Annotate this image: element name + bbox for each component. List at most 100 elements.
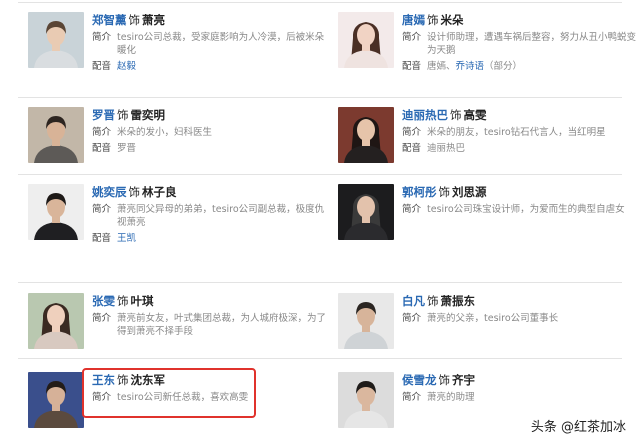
role-name: 林子良 — [142, 185, 177, 199]
intro-row: 简介 设计师助理，遭遇车祸后整容，努力从丑小鸭蜕变为天鹅 — [402, 31, 638, 57]
cast-title: 张雯饰叶琪 — [92, 293, 328, 309]
row-divider — [18, 97, 622, 98]
intro-label: 简介 — [92, 204, 112, 215]
voice-actor-text: 迪丽热巴 — [427, 143, 466, 154]
intro-row: 简介 萧亮的父亲，tesiro公司董事长 — [402, 312, 638, 325]
voice-row: 配音 迪丽热巴 — [402, 142, 638, 155]
cast-info: 白凡饰萧振东 简介 萧亮的父亲，tesiro公司董事长 — [402, 293, 638, 325]
actor-name-link[interactable]: 姚奕辰 — [92, 185, 127, 199]
intro-label: 简介 — [402, 32, 422, 43]
cast-title: 郭柯彤饰刘思源 — [402, 184, 638, 200]
role-name: 萧振东 — [440, 294, 476, 308]
actor-photo[interactable] — [338, 107, 394, 163]
actor-name-link[interactable]: 侯雪龙 — [402, 373, 437, 387]
voice-actor-text: （部分） — [484, 61, 523, 72]
actor-photo[interactable] — [338, 293, 394, 349]
row-divider — [18, 174, 622, 175]
role-separator: 饰 — [117, 108, 129, 122]
intro-label: 简介 — [402, 204, 422, 215]
voice-actor-link[interactable]: 赵毅 — [117, 61, 136, 72]
cast-title: 白凡饰萧振东 — [402, 293, 638, 309]
role-separator: 饰 — [128, 185, 141, 199]
actor-name-link[interactable]: 张雯 — [92, 294, 115, 308]
intro-row: 简介 tesiro公司总裁，受家庭影响为人冷漠，后被米朵暖化 — [92, 31, 328, 57]
intro-text: 设计师助理，遭遇车祸后整容，努力从丑小鸭蜕变为天鹅 — [427, 32, 637, 56]
intro-label: 简介 — [402, 313, 422, 324]
intro-label: 简介 — [92, 313, 112, 324]
actor-photo[interactable] — [28, 107, 84, 163]
role-separator: 饰 — [427, 294, 439, 308]
cast-title: 侯雪龙饰齐宇 — [402, 372, 638, 388]
role-name: 叶琪 — [130, 294, 154, 308]
actor-name-link[interactable]: 郭柯彤 — [402, 185, 437, 199]
role-name: 米朵 — [440, 13, 464, 27]
actor-name-link[interactable]: 迪丽热巴 — [402, 108, 448, 122]
watermark: 头条 @红茶加冰 — [530, 420, 626, 435]
intro-text: 萧亮的父亲，tesiro公司董事长 — [427, 313, 559, 324]
intro-row: 简介 米朵的朋友，tesiro钻石代言人，当红明星 — [402, 126, 638, 139]
intro-label: 简介 — [92, 127, 112, 138]
cast-title: 郑智薰饰萧亮 — [92, 12, 328, 28]
intro-label: 简介 — [402, 127, 422, 138]
role-separator: 饰 — [438, 373, 451, 387]
role-name: 齐宇 — [452, 373, 475, 387]
voice-row: 配音 唐嫣、乔诗语（部分） — [402, 60, 638, 73]
voice-actor-link[interactable]: 乔诗语 — [456, 61, 485, 72]
intro-row: 简介 tesiro公司珠宝设计师，为爱而生的典型自虐女 — [402, 203, 638, 216]
voice-row: 配音 赵毅 — [92, 60, 328, 73]
cast-title: 罗晋饰雷奕明 — [92, 107, 328, 123]
cast-info: 唐嫣饰米朵 简介 设计师助理，遭遇车祸后整容，努力从丑小鸭蜕变为天鹅 配音 唐嫣、乔诗语… — [402, 12, 638, 73]
highlight-box — [82, 368, 256, 418]
role-separator: 饰 — [117, 294, 129, 308]
cast-info: 姚奕辰饰林子良 简介 萧亮同父异母的弟弟，tesiro公司副总裁，极度仇视萧亮 配音王… — [92, 184, 328, 245]
intro-label: 简介 — [402, 392, 422, 403]
intro-text: 米朵的发小，妇科医生 — [117, 127, 213, 138]
actor-photo[interactable] — [28, 372, 84, 428]
cast-info: 侯雪龙饰齐宇 简介 萧亮的助理 — [402, 372, 638, 404]
intro-row: 简介 萧亮前女友，叶式集团总裁，为人城府极深，为了得到萧亮不择手段 — [92, 312, 328, 338]
voice-row: 配音 罗晋 — [92, 142, 328, 155]
role-separator: 饰 — [450, 108, 462, 122]
intro-text: 萧亮同父异母的弟弟，tesiro公司副总裁，极度仇视萧亮 — [117, 204, 325, 228]
voice-label: 配音 — [92, 61, 112, 72]
actor-photo[interactable] — [28, 184, 84, 240]
intro-row: 简介 萧亮的助理 — [402, 391, 638, 404]
intro-text: 米朵的朋友，tesiro钻石代言人，当红明星 — [427, 127, 606, 138]
actor-photo[interactable] — [28, 293, 84, 349]
row-divider — [18, 282, 622, 283]
role-name: 刘思源 — [452, 185, 487, 199]
actor-photo[interactable] — [338, 12, 394, 68]
cast-info: 张雯饰叶琪简介 萧亮前女友，叶式集团总裁，为人城府极深，为了得到萧亮不择手段 — [92, 293, 328, 338]
intro-text: 萧亮的助理 — [427, 392, 475, 403]
voice-actor-text: 罗晋 — [117, 143, 137, 154]
cast-info: 郭柯彤饰刘思源简介 tesiro公司珠宝设计师，为爱而生的典型自虐女 — [402, 184, 638, 216]
voice-label: 配音 — [92, 143, 112, 154]
intro-row: 简介 萧亮同父异母的弟弟，tesiro公司副总裁，极度仇视萧亮 — [92, 203, 328, 229]
actor-name-link[interactable]: 罗晋 — [92, 108, 115, 122]
intro-row: 简介 米朵的发小，妇科医生 — [92, 126, 328, 139]
voice-actor-text: 唐嫣、 — [427, 61, 456, 72]
actor-name-link[interactable]: 唐嫣 — [402, 13, 425, 27]
cast-title: 迪丽热巴饰高雯 — [402, 107, 638, 123]
cast-title: 姚奕辰饰林子良 — [92, 184, 328, 200]
cast-title: 唐嫣饰米朵 — [402, 12, 638, 28]
cast-info: 罗晋饰雷奕明 简介 米朵的发小，妇科医生 配音 罗晋 — [92, 107, 328, 155]
voice-label: 配音 — [402, 143, 422, 154]
intro-label: 简介 — [92, 32, 112, 43]
role-separator: 饰 — [438, 185, 451, 199]
voice-row: 配音 王凯 — [92, 232, 328, 245]
voice-actor-link[interactable]: 王凯 — [117, 233, 136, 244]
voice-label: 配音 — [92, 233, 112, 244]
actor-photo[interactable] — [338, 372, 394, 428]
actor-photo[interactable] — [338, 184, 394, 240]
cast-info: 郑智薰饰萧亮简介 tesiro公司总裁，受家庭影响为人冷漠，后被米朵暖化配音 赵毅 — [92, 12, 328, 73]
row-divider — [18, 358, 622, 359]
actor-photo[interactable] — [28, 12, 84, 68]
voice-label: 配音 — [402, 61, 422, 72]
role-separator: 饰 — [427, 13, 439, 27]
actor-name-link[interactable]: 郑智薰 — [92, 13, 127, 27]
intro-text: 萧亮前女友，叶式集团总裁，为人城府极深，为了得到萧亮不择手段 — [117, 313, 327, 337]
cast-info: 迪丽热巴饰高雯 简介 米朵的朋友，tesiro钻石代言人，当红明星 配音 迪丽热巴 — [402, 107, 638, 155]
intro-text: tesiro公司珠宝设计师，为爱而生的典型自虐女 — [427, 204, 625, 215]
actor-name-link[interactable]: 白凡 — [402, 294, 425, 308]
